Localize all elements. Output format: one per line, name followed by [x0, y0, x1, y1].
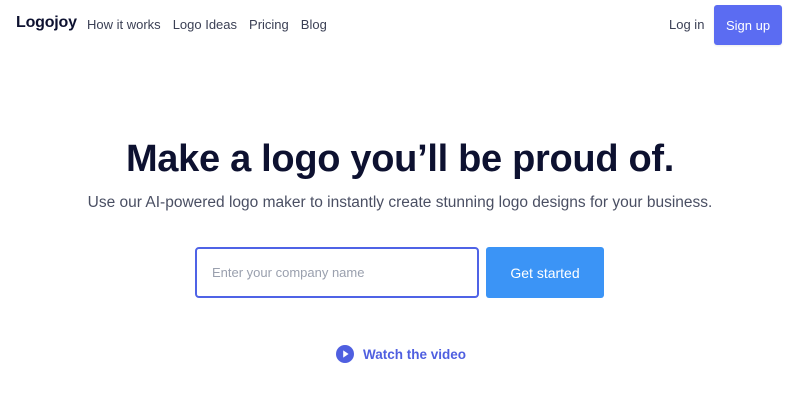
login-link[interactable]: Log in — [669, 17, 704, 32]
company-name-input[interactable] — [195, 247, 479, 298]
watch-video-link[interactable]: Watch the video — [336, 344, 466, 364]
nav-blog[interactable]: Blog — [301, 17, 327, 32]
nav-how-it-works[interactable]: How it works — [87, 17, 161, 32]
nav-pricing[interactable]: Pricing — [249, 17, 289, 32]
nav-logo-ideas[interactable]: Logo Ideas — [173, 17, 237, 32]
top-navbar: Logojoy How it works Logo Ideas Pricing … — [0, 0, 800, 50]
brand-logo[interactable]: Logojoy — [16, 14, 77, 32]
get-started-button[interactable]: Get started — [486, 247, 604, 298]
play-circle-icon — [336, 345, 354, 363]
hero-headline: Make a logo you’ll be proud of. — [125, 138, 675, 180]
main-nav: How it works Logo Ideas Pricing Blog — [87, 17, 327, 32]
signup-button[interactable]: Sign up — [714, 5, 782, 45]
watch-video-label: Watch the video — [363, 346, 467, 362]
hero-subheadline: Use our AI-powered logo maker to instant… — [87, 194, 713, 211]
page: Logojoy How it works Logo Ideas Pricing … — [0, 0, 800, 405]
